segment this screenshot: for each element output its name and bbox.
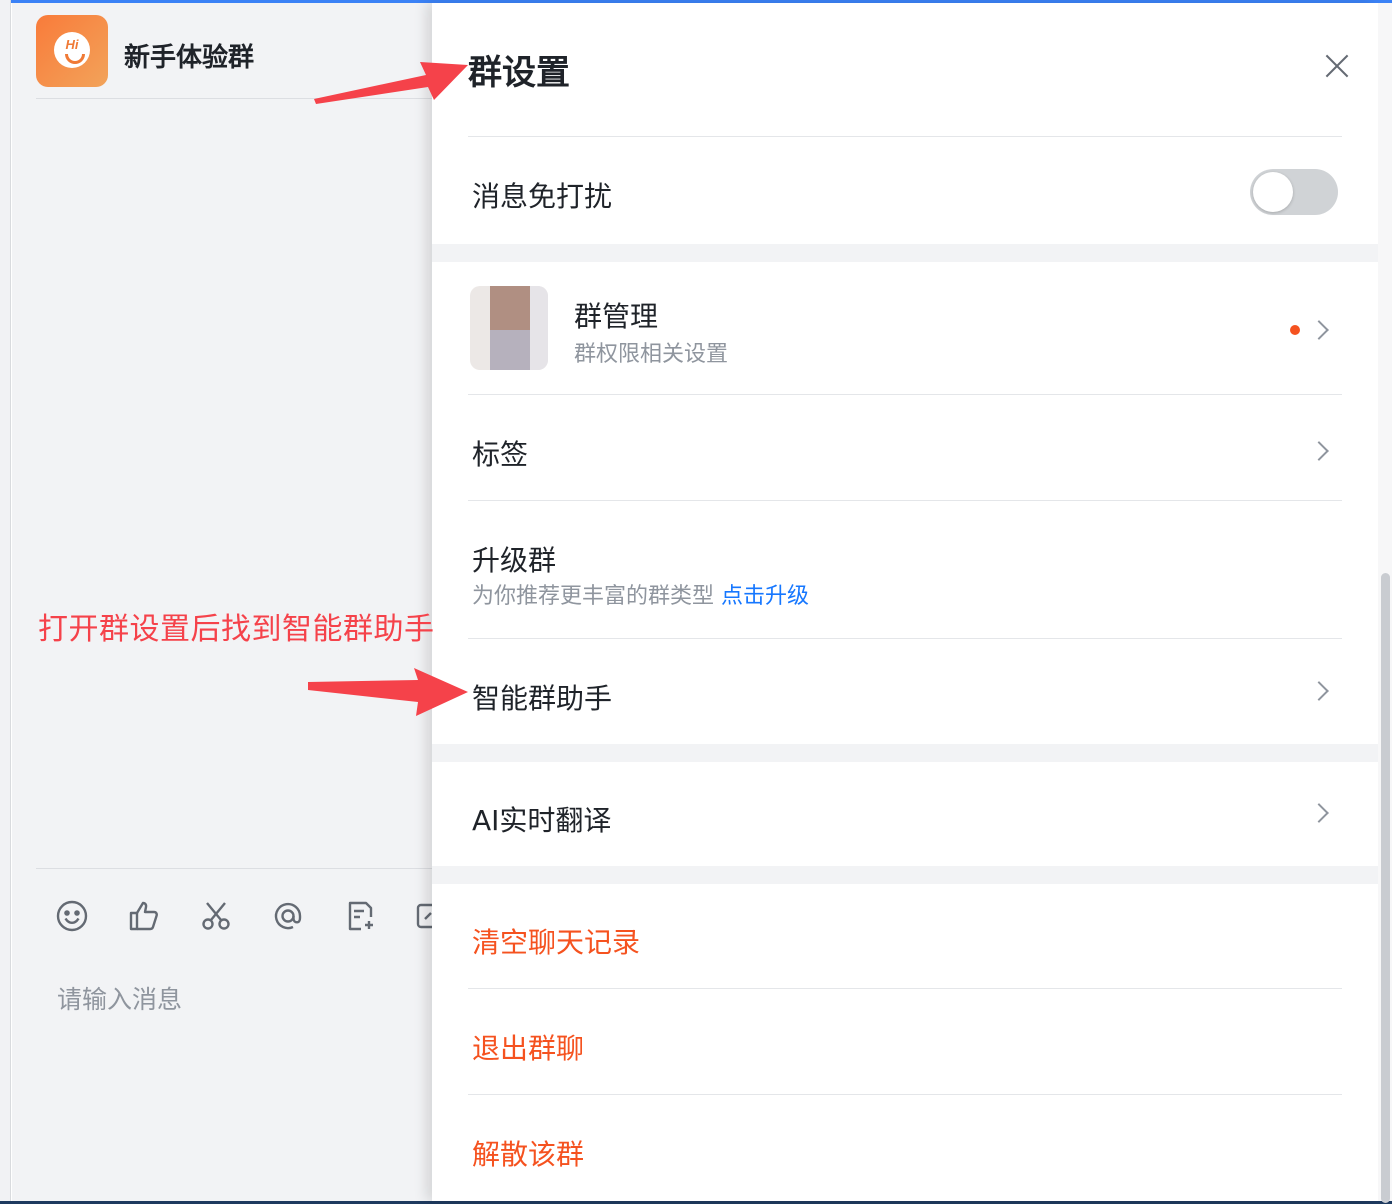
annotation-text: 打开群设置后找到智能群助手 [38, 612, 435, 647]
section-separator [432, 866, 1378, 884]
chat-input-divider [36, 868, 432, 869]
annotation-arrow-assistant-icon [308, 668, 468, 716]
upgrade-link[interactable]: 点击升级 [721, 584, 809, 609]
document-add-icon[interactable] [340, 896, 380, 936]
divider [468, 1094, 1342, 1095]
group-settings-panel: 群设置 消息免打扰 群管理 群权限相关设置 标签 升级群 为你推荐更丰富的群类型… [432, 3, 1378, 1201]
group-name[interactable]: 新手体验群 [124, 37, 254, 74]
divider [468, 394, 1342, 395]
dissolve-group-button[interactable]: 解散该群 [472, 1133, 584, 1173]
thumbs-up-icon[interactable] [124, 896, 164, 936]
chevron-right-icon [1309, 681, 1329, 701]
tags-label: 标签 [472, 438, 529, 471]
group-management-label: 群管理 [574, 300, 659, 333]
chevron-right-icon [1309, 803, 1329, 823]
emoji-icon[interactable] [52, 896, 92, 936]
do-not-disturb-toggle[interactable] [1250, 169, 1338, 215]
divider [468, 638, 1342, 639]
divider [468, 988, 1342, 989]
upgrade-description: 为你推荐更丰富的群类型 [472, 584, 715, 609]
message-input[interactable]: 请输入消息 [57, 980, 182, 1016]
group-management-avatar [470, 286, 548, 370]
scissors-icon[interactable] [196, 896, 236, 936]
toggle-knob [1253, 172, 1293, 212]
panel-title: 群设置 [468, 53, 570, 93]
group-management-subtitle: 群权限相关设置 [574, 342, 729, 367]
clear-history-button[interactable]: 清空聊天记录 [472, 921, 640, 961]
at-icon[interactable] [268, 896, 308, 936]
upgrade-group-subtitle: 为你推荐更丰富的群类型 点击升级 [472, 578, 809, 610]
do-not-disturb-label: 消息免打扰 [472, 180, 613, 213]
window-left-edge [0, 0, 11, 1204]
chat-pane: Hi 新手体验群 请输入消息 [12, 3, 444, 1201]
smart-assistant-label: 智能群助手 [472, 682, 613, 715]
leave-group-button[interactable]: 退出群聊 [472, 1027, 584, 1067]
close-icon[interactable] [1322, 51, 1352, 81]
chevron-right-icon [1309, 441, 1329, 461]
group-avatar[interactable]: Hi [36, 15, 108, 87]
annotation-arrow-title-icon [314, 62, 468, 104]
ai-translate-label: AI实时翻译 [472, 804, 612, 837]
hi-logo-icon: Hi [54, 32, 90, 68]
divider [468, 500, 1342, 501]
divider [468, 136, 1342, 137]
scrollbar-thumb[interactable] [1381, 573, 1390, 1203]
notification-dot [1290, 325, 1300, 335]
upgrade-group-label: 升级群 [472, 544, 557, 577]
chevron-right-icon [1309, 320, 1329, 340]
section-separator [432, 744, 1378, 762]
settings-scrollbar[interactable] [1378, 3, 1392, 1203]
section-separator [432, 244, 1378, 262]
